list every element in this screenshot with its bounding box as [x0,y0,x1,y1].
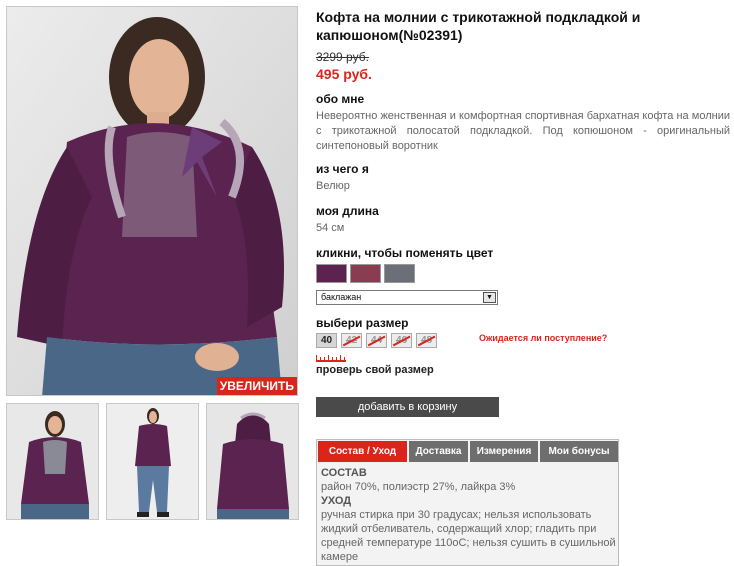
composition-heading: СОСТАВ [321,467,367,479]
size-option-44-unavailable[interactable]: 44 [366,333,387,348]
size-option-46-unavailable[interactable]: 46 [391,333,412,348]
size-option-48-unavailable[interactable]: 48 [416,333,437,348]
length-heading: моя длина [316,204,379,218]
tab-my-bonuses[interactable]: Мои бонусы [540,441,618,462]
thumbnail-back-image [207,404,298,519]
restock-inquiry-link[interactable]: Ожидается ли поступление? [479,333,607,343]
tab-delivery[interactable]: Доставка [409,441,468,462]
thumbnail-front[interactable] [6,403,99,520]
model-photo-illustration [7,7,297,395]
tab-composition-care[interactable]: Состав / Уход [318,441,407,462]
thumbnail-full-length[interactable] [106,403,199,520]
old-price: 3299 руб. [316,50,369,64]
about-heading: обо мне [316,92,365,106]
color-swatch-wine[interactable] [350,264,381,283]
thumbnail-full-length-image [107,404,198,519]
material-heading: из чего я [316,162,369,176]
main-product-photo[interactable]: УВЕЛИЧИТЬ [6,6,298,396]
ruler-icon [316,355,346,362]
current-price: 495 руб. [316,66,372,82]
product-info-tabs: Состав / Уход Доставка Измерения Мои бон… [316,439,619,566]
tab-content: СОСТАВ район 70%, полиэстр 27%, лайкра 3… [321,466,616,564]
length-text: 54 см [316,222,345,234]
care-heading: УХОД [321,495,352,507]
composition-text: район 70%, полиэстр 27%, лайкра 3% [321,481,516,493]
color-swatch-eggplant[interactable] [316,264,347,283]
check-size-link[interactable]: проверь свой размер [316,364,434,376]
size-heading: выбери размер [316,316,409,330]
thumbnail-back[interactable] [206,403,299,520]
color-select-value: баклажан [321,292,362,302]
thumbnail-front-image [7,404,98,519]
color-heading: кликни, чтобы поменять цвет [316,246,494,260]
chevron-down-icon[interactable]: ▼ [483,292,496,303]
material-text: Велюр [316,180,350,192]
tab-measurements[interactable]: Измерения [470,441,538,462]
care-text: ручная стирка при 30 градусах; нельзя ис… [321,509,616,563]
product-title: Кофта на молнии с трикотажной подкладкой… [316,9,641,43]
add-to-cart-button[interactable]: добавить в корзину [316,397,499,417]
size-option-42-unavailable[interactable]: 42 [341,333,362,348]
size-option-40[interactable]: 40 [316,333,337,348]
color-swatch-gray[interactable] [384,264,415,283]
color-select[interactable]: баклажан ▼ [316,290,498,305]
about-text: Невероятно женственная и комфортная спор… [316,110,730,152]
zoom-button[interactable]: УВЕЛИЧИТЬ [216,377,297,395]
